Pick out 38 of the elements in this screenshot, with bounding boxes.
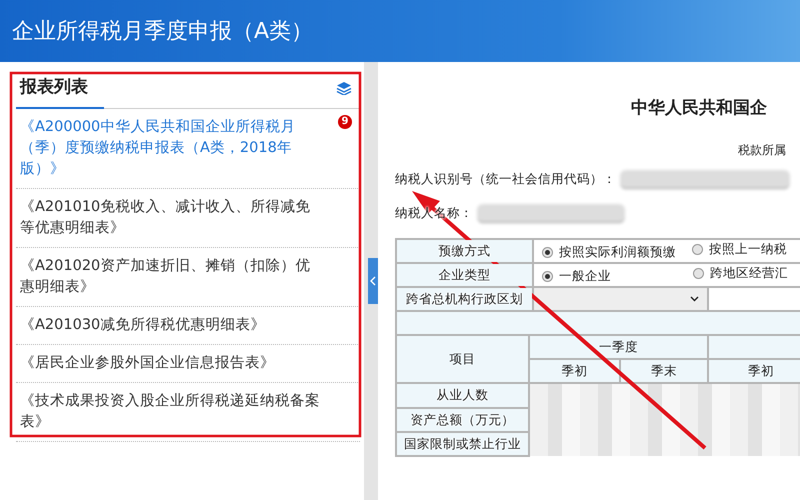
- form-title: 中华人民共和国企: [631, 97, 768, 118]
- chevron-left-icon: [370, 276, 376, 286]
- radio-option[interactable]: 按照上一纳税: [692, 241, 787, 258]
- layers-icon[interactable]: [336, 81, 352, 95]
- option-label: 一般企业: [559, 268, 611, 285]
- report-item[interactable]: 《居民企业参股外国企业信息报告表》: [16, 345, 360, 383]
- row-label: 资产总额（万元）: [396, 408, 529, 432]
- chevron-down-icon: [690, 296, 699, 302]
- row-label: 国家限制或禁止行业: [396, 432, 529, 456]
- radio-button[interactable]: [693, 268, 704, 279]
- column-header: 一季度: [529, 335, 708, 359]
- row-label: 企业类型: [396, 263, 533, 287]
- radio-button[interactable]: [542, 247, 553, 258]
- count-badge: 9: [338, 115, 352, 129]
- panel-title: 报表列表: [16, 68, 104, 109]
- report-item[interactable]: 《A201030减免所得税优惠明细表》: [16, 307, 360, 345]
- radio-button[interactable]: [542, 271, 553, 282]
- field-label: 纳税人识别号（统一社会信用代码）：: [395, 170, 616, 188]
- radio-button[interactable]: [692, 244, 703, 255]
- column-header: 季初: [529, 359, 620, 383]
- region-dropdown[interactable]: [535, 289, 706, 309]
- column-header: 项目: [396, 335, 529, 383]
- option-label: 按照上一纳税: [709, 241, 787, 258]
- window-title: 企业所得税月季度申报（A类）: [12, 18, 314, 46]
- option-label: 跨地区经营汇: [710, 265, 788, 282]
- period-label: 税款所属: [738, 142, 787, 158]
- radio-option[interactable]: 一般企业: [542, 268, 611, 285]
- report-item[interactable]: 《A200000中华人民共和国企业所得税月（季）度预缴纳税申报表（A类，2018年版）》 9: [16, 109, 360, 189]
- row-label: 跨省总机构行政区划: [396, 287, 533, 311]
- row-label: 预缴方式: [396, 239, 533, 263]
- radio-option[interactable]: 跨地区经营汇: [693, 265, 788, 282]
- column-header: 季初: [708, 359, 800, 383]
- collapse-button[interactable]: [368, 258, 378, 304]
- report-item[interactable]: 《A201010免税收入、减计收入、所得减免等优惠明细表》: [16, 189, 360, 248]
- row-label: 从业人数: [396, 383, 529, 408]
- report-item[interactable]: 《技术成果投资入股企业所得税递延纳税备案表》: [16, 383, 360, 442]
- column-header: 季末: [620, 359, 708, 383]
- report-item[interactable]: 《A201020资产加速折旧、摊销（扣除）优惠明细表》: [16, 248, 360, 307]
